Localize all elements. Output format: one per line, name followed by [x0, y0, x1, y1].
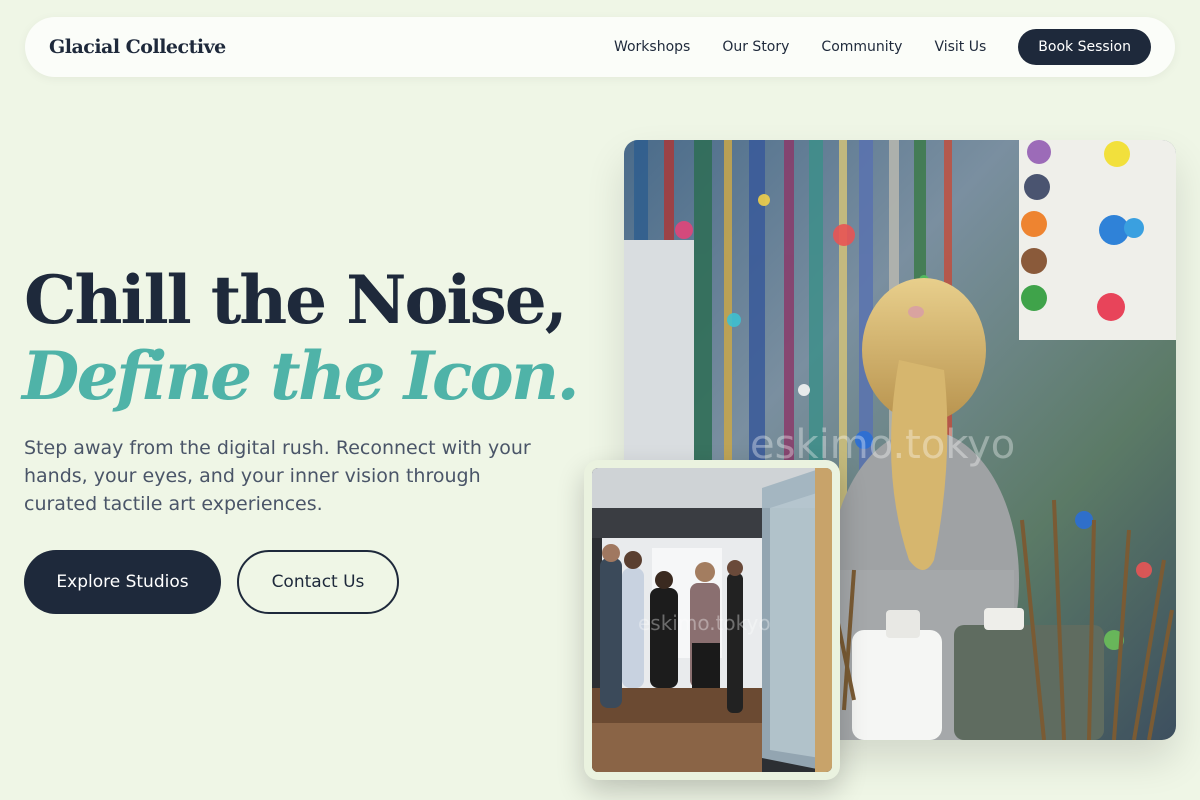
nav-link-visit-us[interactable]: Visit Us [934, 39, 986, 55]
contact-us-button[interactable]: Contact Us [237, 550, 399, 614]
hero-subtitle: Step away from the digital rush. Reconne… [24, 437, 531, 515]
hero-title: Chill the Noise, [24, 261, 568, 339]
gallery-doorway-photo: eskimo.tokyo [592, 468, 832, 772]
nav-link-workshops[interactable]: Workshops [614, 39, 690, 55]
book-session-button[interactable]: Book Session [1018, 29, 1151, 65]
top-navbar: Glacial Collective Workshops Our Story C… [25, 17, 1175, 77]
inset-image-card: eskimo.tokyo [584, 460, 840, 780]
explore-studios-button[interactable]: Explore Studios [24, 550, 221, 614]
nav-links: Workshops Our Story Community Visit Us B… [614, 29, 1151, 65]
brand-logo[interactable]: Glacial Collective [49, 36, 226, 58]
inset-image-watermark: eskimo.tokyo [638, 611, 771, 635]
hero-title-accent: Define the Icon. [22, 337, 580, 415]
nav-link-community[interactable]: Community [821, 39, 902, 55]
inset-gallery-image: eskimo.tokyo [592, 468, 832, 772]
nav-link-our-story[interactable]: Our Story [722, 39, 789, 55]
